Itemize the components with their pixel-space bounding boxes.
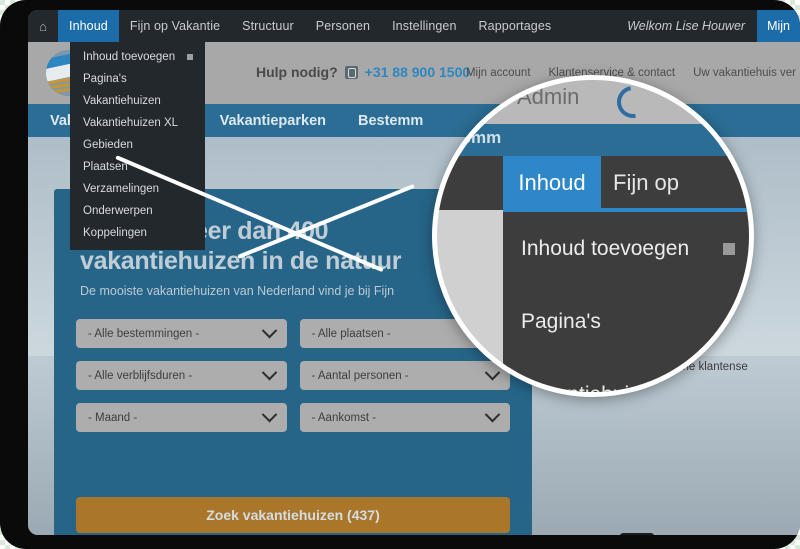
header-links: Mijn account Klantenservice & contact Uw… <box>466 67 800 79</box>
magnifier-menu-item-vakantiehuizen[interactable]: Vakantiehuizen <box>503 358 749 393</box>
submenu-indicator-icon <box>723 242 735 255</box>
magnifier-menu-item-paginas[interactable]: Pagina's <box>503 285 749 358</box>
select-aankomst[interactable]: - Aankomst - <box>299 403 510 432</box>
admin-tab-label: Inhoud <box>69 19 108 33</box>
nav-item-bestemmingen[interactable]: Bestemm <box>358 113 423 129</box>
menu-item-onderwerpen[interactable]: Onderwerpen <box>70 200 205 222</box>
select-aantal-personen[interactable]: - Aantal personen - <box>299 361 510 390</box>
magnifier-nav-strip: estemm <box>437 124 749 156</box>
magnifier-dropdown: Inhoud toevoegen Pagina's Vakantiehuizen… <box>503 212 749 392</box>
my-account-button[interactable]: Mijn <box>757 10 800 42</box>
nav-item-vakantieparken[interactable]: Vakantieparken <box>220 113 326 129</box>
menu-item-vakantiehuizen[interactable]: Vakantiehuizen <box>70 90 205 112</box>
menu-item-label: Pagina's <box>83 73 127 85</box>
admin-tab-personen[interactable]: Personen <box>305 10 381 42</box>
menu-item-label: Inhoud toevoegen <box>83 51 176 63</box>
chevron-down-icon <box>261 406 277 423</box>
select-label: - Alle verblijfsduren - <box>88 369 193 382</box>
admin-tab-instellingen[interactable]: Instellingen <box>381 10 467 42</box>
menu-item-label: Koppelingen <box>83 227 147 239</box>
magnifier-menu-item-inhoud-toevoegen[interactable]: Inhoud toevoegen <box>503 212 749 285</box>
menu-item-inhoud-toevoegen[interactable]: Inhoud toevoegen <box>70 46 205 68</box>
admin-label: Admin <box>517 84 580 109</box>
select-label: - Alle plaatsen - <box>311 327 391 340</box>
submenu-indicator-icon <box>187 54 193 60</box>
magnifier-menu-label: Pagina's <box>521 309 601 333</box>
browser-viewport: ⌂ Inhoud Fijn op Vakantie Structuur Pers… <box>28 10 800 535</box>
chevron-down-icon <box>484 406 501 423</box>
menu-item-vakantiehuizen-xl[interactable]: Vakantiehuizen XL <box>70 112 205 134</box>
menu-item-label: Onderwerpen <box>83 205 153 217</box>
magnifier-tab-label: Inhoud <box>518 170 586 195</box>
select-verblijfsduren[interactable]: - Alle verblijfsduren - <box>76 361 287 390</box>
admin-tab-structuur[interactable]: Structuur <box>231 10 305 42</box>
admin-tab-label: Structuur <box>242 19 294 33</box>
phone-number[interactable]: +31 88 900 1500 <box>365 64 471 80</box>
magnifier-menu-label: Inhoud toevoegen <box>521 236 690 260</box>
page-title-line2: vakantiehuizen in de natuur <box>80 246 402 275</box>
select-label: - Alle bestemmingen - <box>88 327 200 340</box>
admin-tab-label: Instellingen <box>392 19 457 33</box>
menu-item-label: Vakantiehuizen <box>83 95 161 107</box>
admin-tab-inhoud[interactable]: Inhoud <box>58 10 119 42</box>
admin-tab-fijn-op-vakantie[interactable]: Fijn op Vakantie <box>119 10 231 42</box>
select-bestemmingen[interactable]: - Alle bestemmingen - <box>76 319 287 348</box>
select-label: - Maand - <box>88 411 138 424</box>
payment-methods: VISA Pay <box>620 533 794 535</box>
menu-item-gebieden[interactable]: Gebieden <box>70 134 205 156</box>
welcome-message: Welkom Lise Houwer <box>627 19 746 33</box>
header-link-account[interactable]: Mijn account <box>466 67 531 79</box>
admin-bar-spacer <box>562 10 615 42</box>
device-frame: ⌂ Inhoud Fijn op Vakantie Structuur Pers… <box>0 0 800 549</box>
search-button[interactable]: Zoek vakantiehuizen (437) <box>76 497 510 533</box>
admin-bar: ⌂ Inhoud Fijn op Vakantie Structuur Pers… <box>28 10 800 42</box>
menu-item-label: Vakantiehuizen XL <box>83 117 179 129</box>
help-block: Hulp nodig? +31 88 900 1500 <box>256 64 470 80</box>
header-link-rent-out[interactable]: Uw vakantiehuis ver <box>693 67 796 79</box>
chevron-down-icon <box>484 364 501 381</box>
admin-tab-rapportages[interactable]: Rapportages <box>468 10 563 42</box>
inhoud-dropdown-menu: Inhoud toevoegen Pagina's Vakantiehuizen… <box>70 42 205 250</box>
magnifier-nav-tail: estemm <box>437 128 502 147</box>
ideal-icon <box>620 533 655 535</box>
admin-tab-label: Rapportages <box>478 19 552 33</box>
search-fields: - Alle bestemmingen - - Alle plaatsen - … <box>76 319 510 432</box>
select-label: - Aantal personen - <box>311 369 409 382</box>
home-icon[interactable]: ⌂ <box>28 10 58 42</box>
magnifier-zoom-view: Admin estemm Inhoud Fijn op Vakantie Inh… <box>432 75 754 397</box>
menu-item-label: Verzamelingen <box>83 183 160 195</box>
chevron-down-icon <box>261 364 277 381</box>
menu-item-koppelingen[interactable]: Koppelingen <box>70 222 205 244</box>
menu-item-paginas[interactable]: Pagina's <box>70 68 205 90</box>
select-maand[interactable]: - Maand - <box>76 403 287 432</box>
magnifier-top-strip <box>437 80 749 124</box>
help-label: Hulp nodig? <box>256 64 338 80</box>
select-label: - Aankomst - <box>311 411 377 424</box>
menu-item-label: Gebieden <box>83 139 133 151</box>
admin-tab-label: Fijn op Vakantie <box>129 19 221 33</box>
magnifier-tab-inhoud[interactable]: Inhoud <box>503 156 601 210</box>
menu-item-label: Plaatsen <box>83 161 128 173</box>
admin-tab-label: Personen <box>315 19 371 33</box>
phone-icon <box>344 65 358 79</box>
menu-item-verzamelingen[interactable]: Verzamelingen <box>70 178 205 200</box>
chevron-down-icon <box>261 322 277 339</box>
